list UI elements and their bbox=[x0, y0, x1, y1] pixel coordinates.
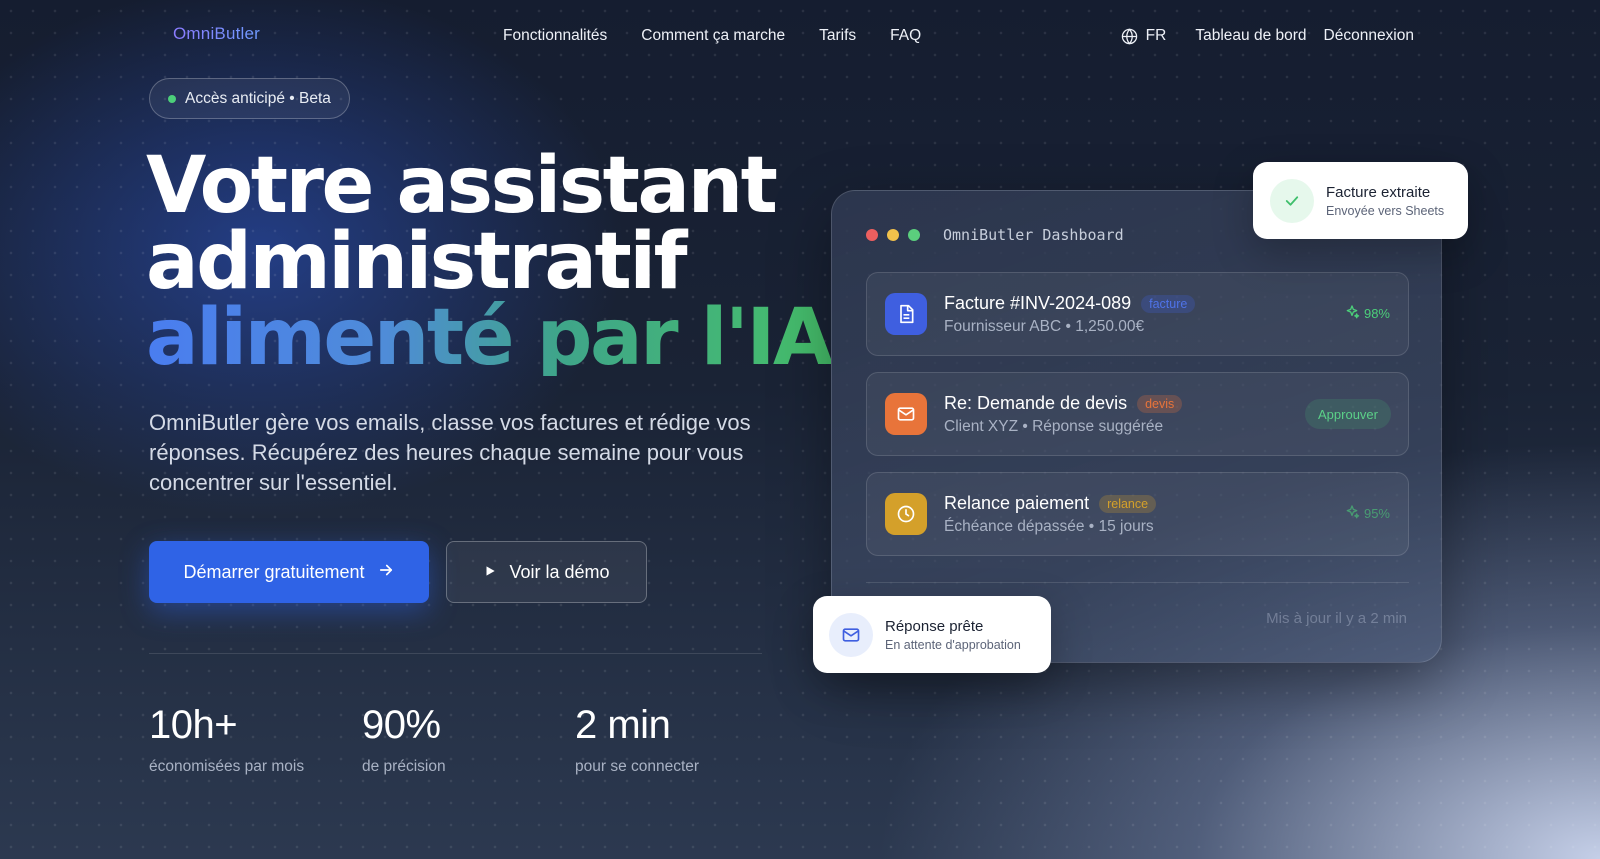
item-title: Facture #INV-2024-089 bbox=[944, 293, 1132, 313]
stat-label: de précision bbox=[362, 758, 446, 775]
reply-ready-toast: Réponse prête En attente d'approbation bbox=[813, 596, 1051, 673]
watch-demo-label: Voir la démo bbox=[509, 561, 610, 582]
language-switcher[interactable]: FR bbox=[1121, 27, 1167, 45]
sparkle-icon bbox=[1344, 504, 1360, 523]
toast-title: Réponse prête bbox=[885, 617, 984, 635]
nav-link-pricing[interactable]: Tarifs bbox=[819, 27, 856, 45]
toast-subtitle: En attente d'approbation bbox=[885, 637, 1021, 652]
stat-value: 10h+ bbox=[149, 703, 238, 747]
list-item-reminder[interactable]: Relance paiement relance Échéance dépass… bbox=[866, 472, 1409, 556]
confidence-score: 95% bbox=[1344, 504, 1390, 523]
status-dot bbox=[168, 94, 176, 103]
maximize-dot bbox=[908, 229, 920, 241]
divider bbox=[149, 653, 762, 654]
toast-subtitle: Envoyée vers Sheets bbox=[1326, 203, 1445, 218]
minimize-dot bbox=[887, 229, 899, 241]
item-subtitle: Client XYZ • Réponse suggérée bbox=[944, 418, 1164, 435]
headline-line-3: alimenté par l'IA bbox=[146, 293, 833, 383]
stat-value: 2 min bbox=[575, 703, 671, 747]
list-item-invoice[interactable]: Facture #INV-2024-089 facture Fournisseu… bbox=[866, 272, 1409, 356]
headline-line-1: Votre assistant bbox=[146, 141, 778, 231]
last-updated: Mis à jour il y a 2 min bbox=[1266, 610, 1407, 627]
nav-links: Fonctionnalités Comment ça marche Tarifs… bbox=[503, 27, 921, 45]
close-dot bbox=[866, 229, 878, 241]
hero-subtitle: OmniButler gère vos emails, classe vos f… bbox=[149, 410, 751, 495]
dashboard-divider bbox=[866, 582, 1409, 583]
score-value: 98% bbox=[1363, 306, 1390, 321]
toast-title: Facture extraite bbox=[1326, 183, 1431, 201]
item-subtitle: Fournisseur ABC • 1,250.00€ bbox=[944, 318, 1145, 335]
dashboard-preview: OmniButler Dashboard Facture #INV-2024-0… bbox=[831, 190, 1442, 663]
item-title: Re: Demande de devis bbox=[944, 393, 1128, 413]
score-value: 95% bbox=[1363, 506, 1390, 521]
stat-accuracy: 90% de précision bbox=[362, 703, 446, 776]
top-nav: OmniButler Fonctionnalités Comment ça ma… bbox=[0, 0, 1600, 72]
stat-value: 90% bbox=[362, 703, 441, 747]
clock-icon bbox=[885, 493, 927, 535]
nav-link-features[interactable]: Fonctionnalités bbox=[503, 27, 607, 45]
start-free-button[interactable]: Démarrer gratuitement bbox=[149, 541, 429, 603]
approve-button[interactable]: Approuver bbox=[1305, 399, 1391, 429]
hero-headline: Votre assistant administratif alimenté p… bbox=[146, 141, 833, 383]
nav-link-faq[interactable]: FAQ bbox=[890, 27, 921, 45]
item-subtitle: Échéance dépassée • 15 jours bbox=[944, 518, 1154, 535]
logo[interactable]: OmniButler bbox=[173, 24, 260, 44]
stat-label: économisées par mois bbox=[149, 758, 305, 775]
headline-line-2: administratif bbox=[146, 217, 688, 307]
nav-link-dashboard[interactable]: Tableau de bord bbox=[1195, 27, 1306, 45]
globe-icon bbox=[1121, 27, 1138, 45]
play-icon bbox=[483, 562, 497, 583]
nav-link-how-it-works[interactable]: Comment ça marche bbox=[641, 27, 785, 45]
early-access-badge: Accès anticipé • Beta bbox=[149, 78, 350, 119]
dashboard-title: OmniButler Dashboard bbox=[943, 226, 1124, 244]
tag-badge: facture bbox=[1141, 294, 1196, 313]
tag-badge: devis bbox=[1137, 394, 1183, 413]
nav-right: FR Tableau de bord Déconnexion bbox=[1121, 27, 1414, 45]
check-icon bbox=[1270, 178, 1314, 223]
stat-setup-time: 2 min pour se connecter bbox=[575, 703, 699, 776]
arrow-right-icon bbox=[377, 561, 395, 584]
language-label: FR bbox=[1145, 27, 1167, 44]
start-free-label: Démarrer gratuitement bbox=[183, 561, 365, 582]
confidence-score: 98% bbox=[1344, 304, 1390, 323]
nav-link-logout[interactable]: Déconnexion bbox=[1324, 27, 1414, 45]
document-icon bbox=[885, 293, 927, 335]
invoice-extracted-toast: Facture extraite Envoyée vers Sheets bbox=[1253, 162, 1468, 239]
tag-badge: relance bbox=[1099, 494, 1157, 513]
sparkle-icon bbox=[1344, 304, 1360, 323]
stat-label: pour se connecter bbox=[575, 758, 700, 775]
mail-icon bbox=[829, 612, 873, 657]
list-item-quote[interactable]: Re: Demande de devis devis Client XYZ • … bbox=[866, 372, 1409, 456]
watch-demo-button[interactable]: Voir la démo bbox=[446, 541, 647, 603]
badge-label: Accès anticipé • Beta bbox=[185, 89, 331, 107]
stat-hours-saved: 10h+ économisées par mois bbox=[149, 703, 304, 776]
window-titlebar: OmniButler Dashboard bbox=[866, 226, 1124, 244]
item-title: Relance paiement bbox=[944, 493, 1090, 513]
mail-icon bbox=[885, 393, 927, 435]
